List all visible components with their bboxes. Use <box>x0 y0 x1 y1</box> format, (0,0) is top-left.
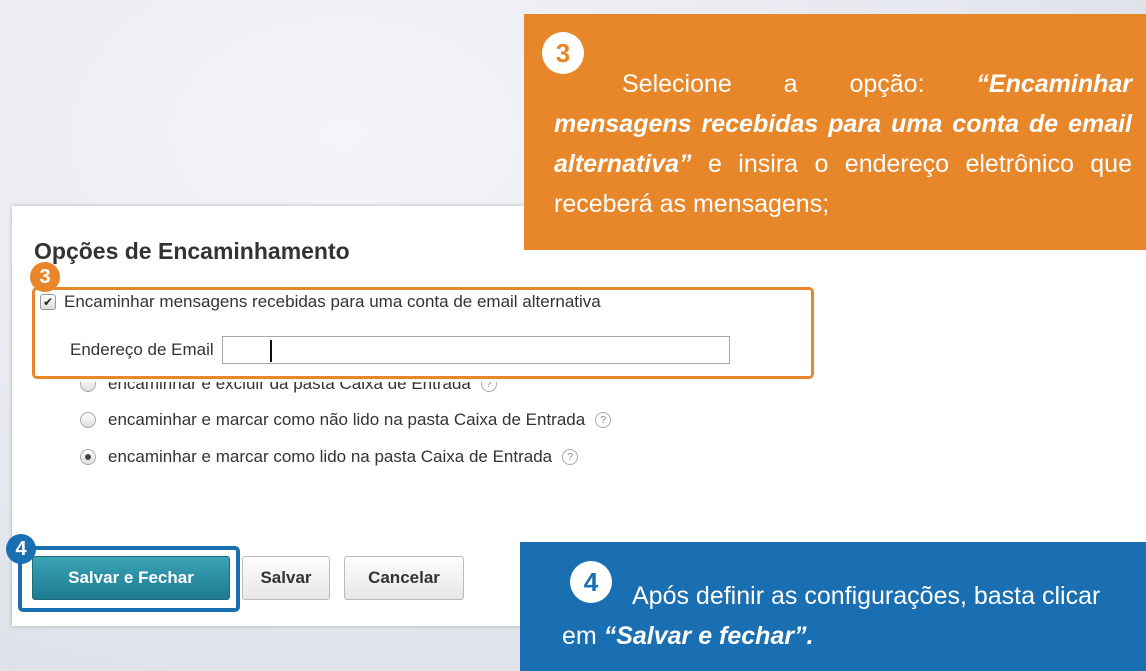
radio-option-read[interactable]: encaminhar e marcar como lido na pasta C… <box>80 447 579 467</box>
callout4-emphasis: “Salvar e fechar”. <box>603 622 814 650</box>
panel-title: Opções de Encaminhamento <box>34 238 350 264</box>
callout3-lead: Selecione a opção: <box>622 70 977 98</box>
radio-label: encaminhar e marcar como lido na pasta C… <box>108 447 553 466</box>
help-icon[interactable]: ? <box>595 412 612 428</box>
forward-checkbox-row[interactable]: ✔ Encaminhar mensagens recebidas para um… <box>40 292 601 312</box>
step3-callout: Selecione a opção: “Encaminhar mensagens… <box>524 14 1146 250</box>
help-icon[interactable]: ? <box>562 449 579 465</box>
callout3-number: 3 <box>542 32 584 74</box>
text-cursor <box>270 340 272 362</box>
cancel-button[interactable]: Cancelar <box>344 556 464 600</box>
radio-button-selected[interactable] <box>80 449 96 465</box>
email-row: Endereço de Email <box>70 336 730 364</box>
save-close-button[interactable]: Salvar e Fechar <box>32 556 230 600</box>
forward-checkbox-label: Encaminhar mensagens recebidas para uma … <box>64 292 601 311</box>
email-label: Endereço de Email <box>70 340 214 359</box>
callout4-number: 4 <box>570 561 612 603</box>
radio-label: encaminhar e marcar como não lido na pas… <box>108 410 586 429</box>
step4-callout: Após definir as configurações, basta cli… <box>520 542 1146 671</box>
forward-checkbox[interactable]: ✔ <box>40 294 56 310</box>
step3-badge: 3 <box>30 262 60 292</box>
radio-button[interactable] <box>80 412 96 428</box>
radio-option-unread[interactable]: encaminhar e marcar como não lido na pas… <box>80 410 612 430</box>
save-button[interactable]: Salvar <box>242 556 330 600</box>
email-field[interactable] <box>221 336 730 364</box>
